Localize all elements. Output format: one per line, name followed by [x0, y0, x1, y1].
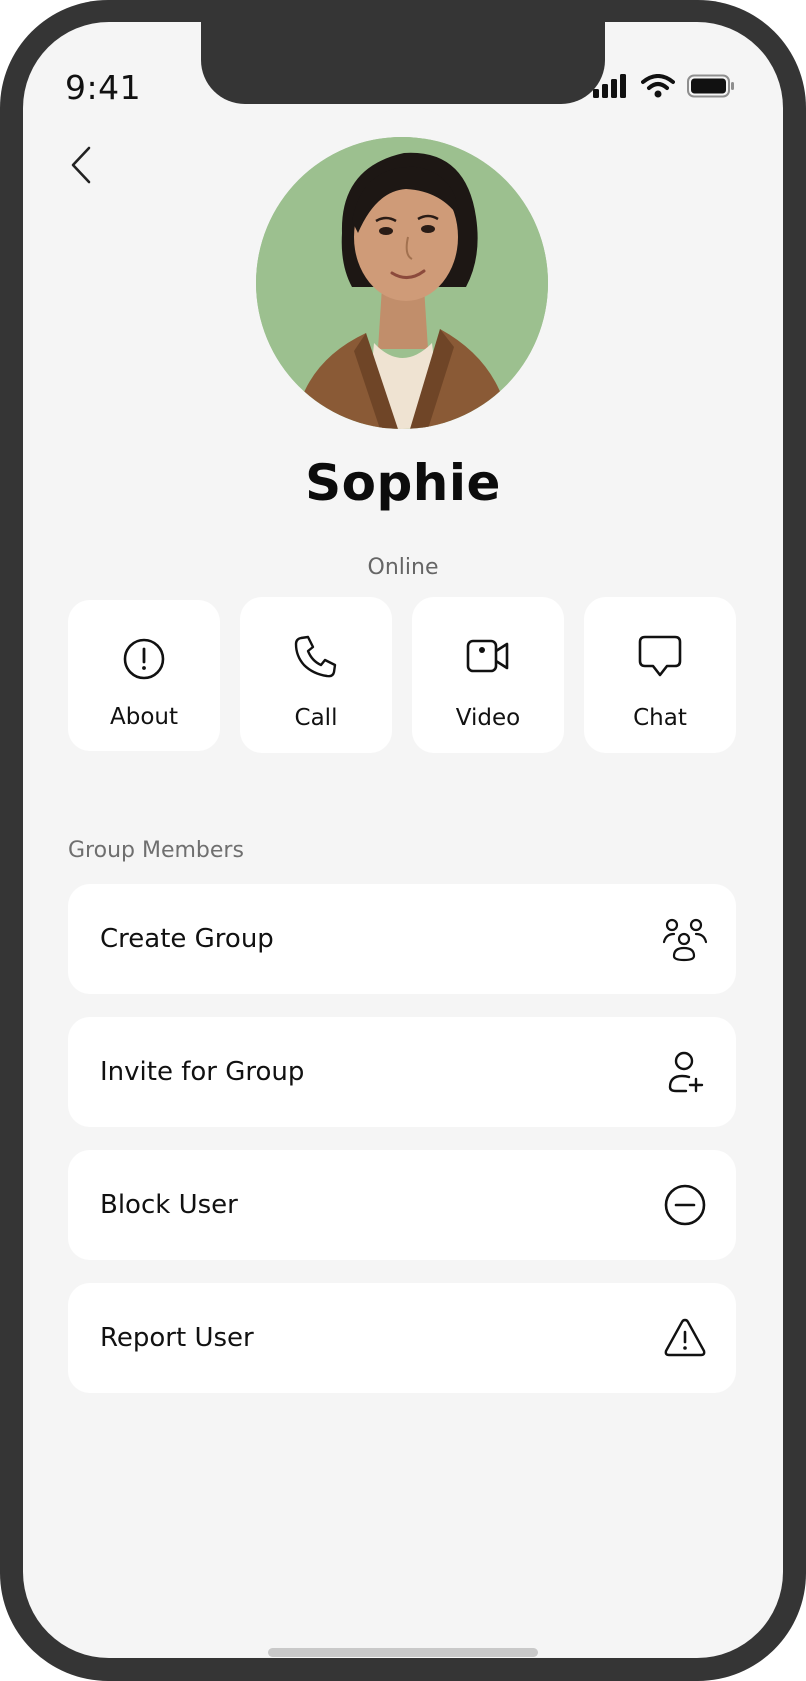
- chat-label: Chat: [633, 705, 687, 731]
- add-user-icon: [668, 1051, 704, 1093]
- about-label: About: [109, 704, 178, 730]
- phone-icon: [294, 635, 337, 678]
- avatar: [256, 137, 548, 429]
- battery-icon: [687, 74, 734, 98]
- notch: [201, 22, 605, 104]
- video-label: Video: [455, 705, 521, 731]
- chat-icon: [638, 635, 682, 677]
- action-bar: About Call Video Chat: [68, 597, 736, 753]
- wifi-icon: [641, 74, 675, 98]
- call-button[interactable]: Call: [240, 597, 392, 753]
- block-icon: [664, 1184, 706, 1226]
- profile-status: Online: [367, 555, 439, 580]
- about-button[interactable]: About: [68, 600, 220, 751]
- info-icon: [123, 638, 165, 680]
- video-icon: [466, 639, 509, 673]
- block-user-label: Block User: [100, 1190, 238, 1220]
- report-user-row[interactable]: Report User: [68, 1283, 736, 1393]
- status-time: 9:41: [65, 68, 142, 107]
- phone-mockup: 9:41 Sophie Online About Call Video Chat…: [0, 0, 806, 1681]
- group-icon: [662, 918, 708, 962]
- create-group-row[interactable]: Create Group: [68, 884, 736, 994]
- report-user-label: Report User: [100, 1323, 254, 1353]
- section-title: Group Members: [68, 838, 244, 863]
- block-user-row[interactable]: Block User: [68, 1150, 736, 1260]
- home-indicator[interactable]: [268, 1648, 538, 1657]
- screen: 9:41 Sophie Online About Call Video Chat…: [23, 22, 783, 1658]
- profile-name: Sophie: [305, 454, 501, 512]
- signal-icon: [593, 74, 626, 98]
- call-label: Call: [294, 705, 338, 731]
- status-icons: [593, 74, 735, 98]
- invite-group-label: Invite for Group: [100, 1057, 305, 1087]
- create-group-label: Create Group: [100, 924, 274, 954]
- back-button[interactable]: [59, 138, 103, 192]
- video-button[interactable]: Video: [412, 597, 564, 753]
- warning-icon: [664, 1318, 706, 1357]
- chat-button[interactable]: Chat: [584, 597, 736, 753]
- avatar-portrait: [256, 137, 548, 429]
- invite-group-row[interactable]: Invite for Group: [68, 1017, 736, 1127]
- chevron-left-icon: [71, 146, 91, 184]
